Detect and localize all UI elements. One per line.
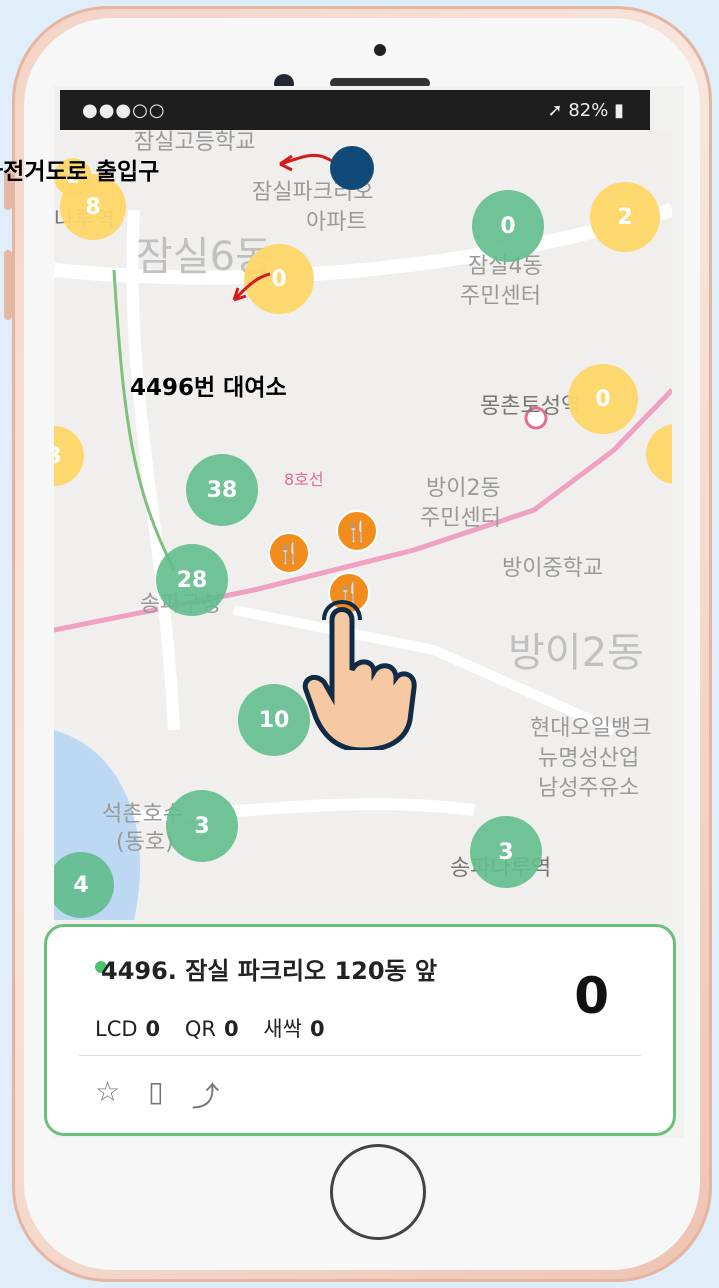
share-icon[interactable]: ⤴ bbox=[192, 1075, 220, 1115]
home-button[interactable] bbox=[330, 1144, 426, 1240]
cluster-marker[interactable]: 10 bbox=[238, 684, 310, 756]
cluster-marker[interactable]: 0 bbox=[568, 364, 638, 434]
panel-actions: ☆ ▯ ⤴ bbox=[95, 1075, 220, 1115]
available-bike-count: 0 bbox=[574, 967, 609, 1025]
star-icon[interactable]: ☆ bbox=[95, 1075, 120, 1115]
sensor-dot bbox=[374, 44, 386, 56]
lcd-value: 0 bbox=[145, 1017, 161, 1041]
map-label-mongchon: 몽촌토성역 bbox=[480, 394, 582, 419]
map-icon[interactable]: ▯ bbox=[148, 1075, 163, 1115]
tap-hand-icon bbox=[302, 600, 417, 750]
map-label-donghо: (동호) bbox=[116, 830, 174, 855]
map-label-center1: 주민센터 bbox=[460, 284, 541, 309]
cluster-marker[interactable]: 38 bbox=[186, 454, 258, 526]
cluster-marker[interactable]: 3 bbox=[166, 790, 238, 862]
map-label-apt: 아파트 bbox=[306, 210, 367, 235]
status-bar: ●●●○○ ➚ 82% ▮ bbox=[60, 90, 650, 130]
cluster-marker[interactable]: 3 bbox=[470, 816, 542, 888]
map-label-bangi2: 방이2동 bbox=[426, 476, 501, 501]
map-label-newmyeong: 뉴명성산업 bbox=[538, 746, 640, 771]
station-title: 4496. 잠실 파크리오 120동 앞 bbox=[101, 957, 438, 985]
cluster-marker[interactable]: 2 bbox=[590, 182, 660, 252]
qr-value: 0 bbox=[223, 1017, 239, 1041]
battery-indicator: ➚ 82% ▮ bbox=[547, 100, 624, 121]
entrance-annotation-label: 자전거도로 출입구 bbox=[0, 159, 160, 185]
panel-divider bbox=[79, 1055, 641, 1056]
new-value: 0 bbox=[309, 1017, 325, 1041]
annotation-arrow-station bbox=[232, 272, 271, 302]
station-info-panel[interactable]: 4496. 잠실 파크리오 120동 앞 0 LCD 0 QR 0 새싹 0 ☆ ▯ … bbox=[44, 924, 676, 1136]
cluster-marker[interactable]: 0 bbox=[472, 190, 544, 262]
map-view[interactable]: 잠실고등학교 잠실파크리오 아파트 잠실4동 주민센터 몽촌토성역 방이2동 주… bbox=[54, 130, 672, 920]
cluster-marker[interactable]: 28 bbox=[156, 544, 228, 616]
entrance-marker bbox=[330, 146, 374, 190]
volume-up-button bbox=[4, 250, 12, 320]
map-label-namseong: 남성주유소 bbox=[538, 776, 640, 801]
lcd-label: LCD bbox=[95, 1017, 138, 1041]
map-label-bangi2-district: 방이2동 bbox=[508, 630, 644, 676]
bike-type-counts: LCD 0 QR 0 새싹 0 bbox=[95, 1013, 343, 1043]
new-label: 새싹 bbox=[263, 1017, 302, 1041]
signal-indicator: ●●●○○ bbox=[82, 100, 166, 121]
restaurant-icon[interactable]: 🍴 bbox=[336, 510, 378, 552]
map-label-line8: 8호선 bbox=[284, 470, 324, 489]
restaurant-icon[interactable]: 🍴 bbox=[268, 532, 310, 574]
qr-label: QR bbox=[184, 1017, 216, 1041]
map-label-hyundai: 현대오일뱅크 bbox=[530, 716, 652, 741]
map-label-middleschool: 방이중학교 bbox=[502, 556, 604, 581]
map-label-center2: 주민센터 bbox=[420, 506, 501, 531]
station-annotation-label: 4496번 대여소 bbox=[130, 375, 287, 401]
